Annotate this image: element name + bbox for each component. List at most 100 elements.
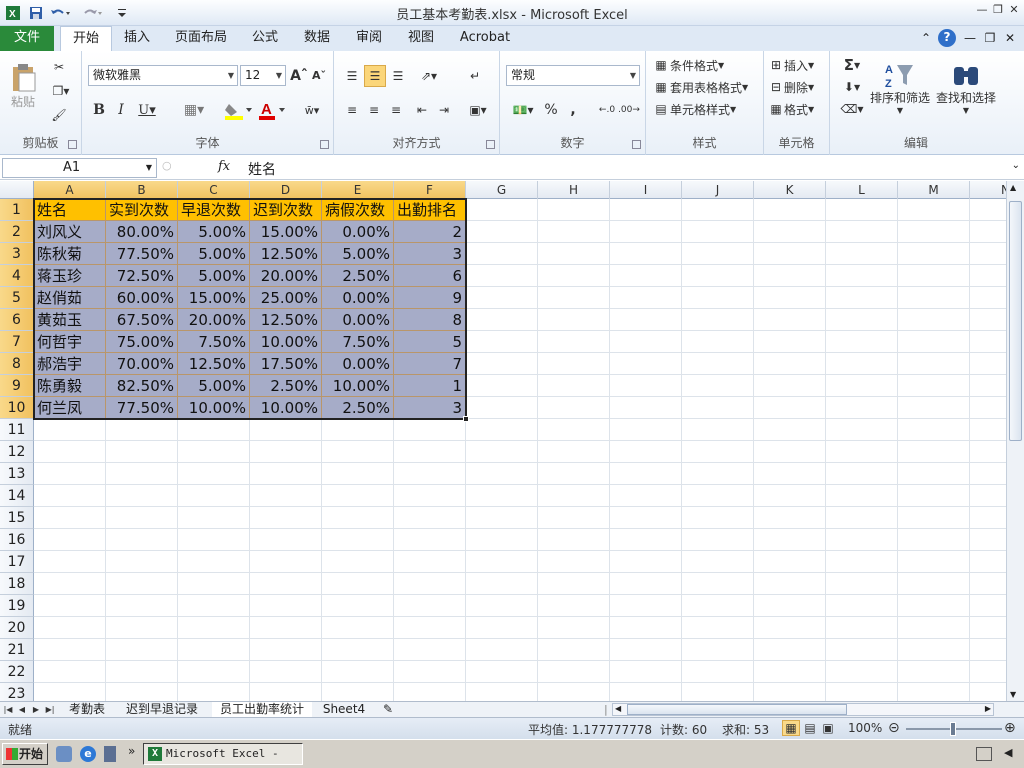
grow-font-icon[interactable]: Aˆ — [290, 65, 308, 86]
clipboard-dialog-launcher[interactable] — [68, 140, 77, 149]
format-painter-icon[interactable]: 🖌 — [48, 105, 70, 125]
number-dialog-launcher[interactable] — [632, 140, 641, 149]
table-cell[interactable]: 12.50% — [178, 353, 250, 375]
align-center-icon[interactable]: ≡ — [364, 99, 384, 121]
table-header-cell[interactable]: 早退次数 — [178, 199, 250, 221]
table-cell[interactable]: 1 — [394, 375, 466, 397]
tab-formulas[interactable]: 公式 — [248, 26, 282, 51]
phonetic-icon[interactable]: w̄▾ — [296, 99, 328, 121]
table-cell[interactable]: 0.00% — [322, 309, 394, 331]
table-cell[interactable]: 60.00% — [106, 287, 178, 309]
table-cell[interactable]: 何兰凤 — [34, 397, 106, 419]
table-cell[interactable]: 3 — [394, 397, 466, 419]
bold-icon[interactable]: B — [90, 99, 108, 121]
formula-bar-resize-handle[interactable]: ○ — [162, 159, 214, 177]
table-cell[interactable]: 7 — [394, 353, 466, 375]
desktop-icon[interactable] — [56, 746, 72, 762]
column-header[interactable]: M — [898, 181, 970, 199]
insert-cells-button[interactable]: ⊞ 插入 ▼ — [768, 55, 828, 75]
horizontal-scrollbar[interactable]: ◀ ▶ — [612, 703, 994, 716]
doc-restore-icon[interactable]: ❐ — [982, 30, 998, 46]
column-header[interactable]: G — [466, 181, 538, 199]
table-cell[interactable]: 5.00% — [178, 221, 250, 243]
row-header[interactable]: 14 — [0, 485, 34, 507]
table-cell[interactable]: 蒋玉珍 — [34, 265, 106, 287]
next-sheet-icon[interactable]: ▶ — [30, 702, 42, 717]
table-cell[interactable]: 2 — [394, 221, 466, 243]
vertical-scroll-thumb[interactable] — [1009, 201, 1022, 441]
cell-styles-button[interactable]: ▤ 单元格样式 ▼ — [652, 99, 760, 119]
shrink-font-icon[interactable]: Aˇ — [310, 65, 328, 86]
row-header[interactable]: 11 — [0, 419, 34, 441]
increase-decimal-icon[interactable]: ←.0 — [596, 99, 618, 121]
prev-sheet-icon[interactable]: ◀ — [16, 702, 28, 717]
row-header[interactable]: 20 — [0, 617, 34, 639]
table-cell[interactable]: 10.00% — [250, 331, 322, 353]
borders-icon[interactable]: ▦▾ — [178, 99, 210, 121]
decrease-decimal-icon[interactable]: .00→ — [618, 99, 640, 121]
comma-icon[interactable]: , — [564, 99, 582, 121]
sheet-tab-attendance-rate[interactable]: 员工出勤率统计 — [212, 702, 312, 717]
row-header[interactable]: 9 — [0, 375, 34, 397]
table-cell[interactable]: 赵俏茹 — [34, 287, 106, 309]
formula-input[interactable]: 姓名 — [248, 159, 276, 179]
autosum-icon[interactable]: Σ ▼ — [838, 55, 866, 75]
row-header[interactable]: 16 — [0, 529, 34, 551]
table-cell[interactable]: 2.50% — [250, 375, 322, 397]
conditional-format-button[interactable]: ▦ 条件格式 ▼ — [652, 55, 760, 75]
table-cell[interactable]: 7.50% — [322, 331, 394, 353]
ie-icon[interactable]: e — [80, 746, 96, 762]
column-header[interactable]: L — [826, 181, 898, 199]
last-sheet-icon[interactable]: ▶| — [44, 702, 56, 717]
vertical-scrollbar[interactable]: ▲ ▼ — [1006, 181, 1024, 701]
horizontal-scroll-thumb[interactable] — [627, 704, 847, 715]
table-cell[interactable]: 82.50% — [106, 375, 178, 397]
tab-home[interactable]: 开始 — [60, 26, 112, 52]
row-header[interactable]: 13 — [0, 463, 34, 485]
row-header[interactable]: 8 — [0, 353, 34, 375]
sheet-tab-late-early[interactable]: 迟到早退记录 — [118, 702, 206, 717]
table-cell[interactable]: 75.00% — [106, 331, 178, 353]
row-header[interactable]: 17 — [0, 551, 34, 573]
table-cell[interactable]: 15.00% — [178, 287, 250, 309]
row-header[interactable]: 2 — [0, 221, 34, 243]
table-cell[interactable]: 10.00% — [322, 375, 394, 397]
doc-close-icon[interactable]: ✕ — [1002, 30, 1018, 46]
find-select-button[interactable]: 查找和选择 ▼ — [934, 55, 998, 121]
font-color-icon[interactable]: A — [256, 99, 288, 121]
table-cell[interactable]: 10.00% — [250, 397, 322, 419]
select-all-corner[interactable] — [0, 181, 34, 199]
row-header[interactable]: 19 — [0, 595, 34, 617]
table-cell[interactable]: 5 — [394, 331, 466, 353]
sort-filter-button[interactable]: AZ 排序和筛选 ▼ — [868, 55, 932, 121]
cut-icon[interactable]: ✂ — [48, 57, 70, 77]
normal-view-icon[interactable]: ▦ — [782, 720, 800, 736]
more-icon[interactable]: » — [128, 744, 135, 758]
table-cell[interactable]: 陈勇毅 — [34, 375, 106, 397]
column-header[interactable]: K — [754, 181, 826, 199]
font-dialog-launcher[interactable] — [320, 140, 329, 149]
table-cell[interactable]: 0.00% — [322, 221, 394, 243]
merge-center-icon[interactable]: ▣▾ — [464, 99, 492, 121]
table-cell[interactable]: 20.00% — [250, 265, 322, 287]
row-header[interactable]: 12 — [0, 441, 34, 463]
minimize-icon[interactable]: — — [974, 2, 990, 18]
table-header-cell[interactable]: 实到次数 — [106, 199, 178, 221]
sheet-tab-attendance[interactable]: 考勤表 — [62, 702, 112, 717]
row-header[interactable]: 4 — [0, 265, 34, 287]
column-header[interactable]: E — [322, 181, 394, 199]
doc-minimize-icon[interactable]: — — [962, 30, 978, 46]
help-icon[interactable]: ? — [938, 29, 956, 47]
tab-review[interactable]: 审阅 — [352, 26, 386, 51]
row-header[interactable]: 7 — [0, 331, 34, 353]
table-cell[interactable]: 77.50% — [106, 243, 178, 265]
table-cell[interactable]: 5.00% — [322, 243, 394, 265]
tab-file[interactable]: 文件 — [0, 26, 54, 51]
row-header[interactable]: 21 — [0, 639, 34, 661]
taskbar-excel-window[interactable]: X Microsoft Excel - ... — [143, 743, 303, 768]
column-header[interactable]: N — [970, 181, 1006, 199]
row-header[interactable]: 3 — [0, 243, 34, 265]
keyboard-icon[interactable] — [976, 747, 992, 761]
zoom-level[interactable]: 100% — [848, 721, 882, 735]
table-cell[interactable]: 5.00% — [178, 265, 250, 287]
